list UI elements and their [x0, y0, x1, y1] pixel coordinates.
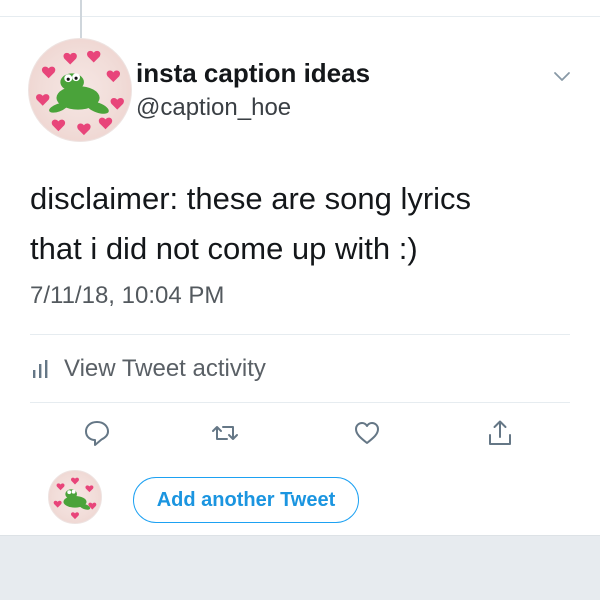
kermit-hearts-image	[53, 477, 97, 520]
tweet-text-line: that i did not come up with :)	[30, 231, 418, 266]
view-tweet-activity-link[interactable]: View Tweet activity	[30, 352, 266, 386]
chevron-down-icon[interactable]	[550, 64, 574, 88]
bar-chart-icon	[30, 358, 52, 380]
retweet-button[interactable]	[210, 418, 240, 448]
share-icon	[489, 420, 511, 445]
tweet-text-line: disclaimer: these are song lyrics	[30, 181, 472, 216]
author-handle[interactable]: @caption_hoe	[136, 94, 291, 122]
author-avatar[interactable]	[28, 38, 132, 142]
current-user-avatar[interactable]	[48, 470, 102, 524]
divider	[30, 334, 570, 335]
thread-connector-line	[80, 0, 82, 40]
share-button[interactable]	[485, 418, 515, 448]
bottom-toolbar	[0, 535, 600, 600]
tweet-timestamp: 7/11/18, 10:04 PM	[30, 282, 225, 309]
author-display-name[interactable]: insta caption ideas	[136, 58, 370, 89]
kermit-hearts-image	[36, 50, 124, 136]
divider	[30, 402, 570, 403]
view-tweet-activity-label: View Tweet activity	[64, 355, 266, 382]
reply-icon	[85, 421, 109, 446]
add-another-tweet-button[interactable]: Add another Tweet	[133, 477, 359, 523]
reply-button[interactable]	[82, 418, 112, 448]
tweet-text: disclaimer: these are song lyrics that i…	[30, 174, 590, 274]
retweet-icon	[212, 426, 238, 440]
like-button[interactable]	[352, 418, 382, 448]
heart-icon	[355, 422, 379, 444]
top-divider	[0, 16, 600, 17]
